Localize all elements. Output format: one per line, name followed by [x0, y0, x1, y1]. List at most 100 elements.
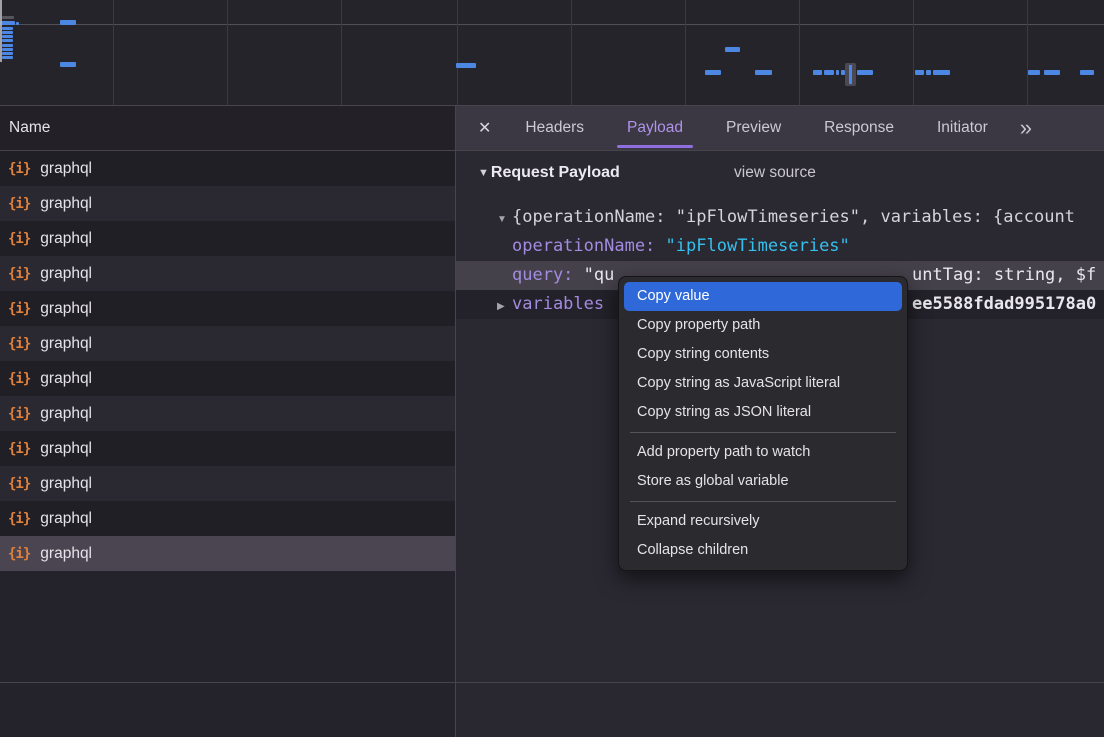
- section-collapse-icon[interactable]: ▼: [478, 167, 489, 179]
- network-activity-bar: [2, 44, 13, 47]
- request-name: graphql: [40, 230, 92, 248]
- request-name: graphql: [40, 475, 92, 493]
- json-root-row[interactable]: ▼{operationName: "ipFlowTimeseries", var…: [455, 203, 1104, 232]
- network-activity-bar: [2, 35, 13, 38]
- network-activity-bar: [725, 47, 740, 52]
- request-row[interactable]: {i} graphql: [0, 151, 455, 186]
- network-activity-bar: [2, 56, 13, 59]
- json-braces-icon: {i}: [8, 441, 30, 457]
- request-name: graphql: [40, 300, 92, 318]
- tab-response[interactable]: Response: [822, 106, 896, 150]
- overview-selection-marker[interactable]: [845, 63, 856, 86]
- json-operation-name-row[interactable]: operationName: "ipFlowTimeseries": [455, 232, 1104, 261]
- network-activity-bar: [1044, 70, 1060, 75]
- network-activity-bar: [2, 27, 13, 30]
- request-name: graphql: [40, 405, 92, 423]
- menu-item-copy-value[interactable]: Copy value: [624, 282, 902, 311]
- property-value-left: "qu: [584, 265, 615, 285]
- json-braces-icon: {i}: [8, 406, 30, 422]
- footer-divider: [0, 682, 1104, 683]
- request-name: graphql: [40, 510, 92, 528]
- network-activity-bar: [813, 70, 822, 75]
- detail-tabs: Headers Payload Preview Response Initiat…: [523, 106, 989, 150]
- json-braces-icon: {i}: [8, 511, 30, 527]
- overview-gridline: [1027, 0, 1028, 105]
- request-row[interactable]: {i} graphql: [0, 431, 455, 466]
- tab-initiator[interactable]: Initiator: [935, 106, 990, 150]
- name-column-header[interactable]: Name: [9, 119, 50, 137]
- request-name: graphql: [40, 335, 92, 353]
- property-value-right: ee5588fdad995178a0: [912, 290, 1096, 319]
- network-activity-bar: [705, 70, 721, 75]
- network-activity-bar: [926, 70, 931, 75]
- overview-gridline: [913, 0, 914, 105]
- panel-divider[interactable]: [455, 106, 456, 737]
- network-activity-bar: [60, 62, 76, 67]
- network-overview[interactable]: [0, 0, 1104, 106]
- request-row[interactable]: {i} graphql: [0, 396, 455, 431]
- request-row[interactable]: {i} graphql: [0, 501, 455, 536]
- overview-gridline: [571, 0, 572, 105]
- close-icon[interactable]: ✕: [478, 118, 491, 138]
- network-activity-bar: [755, 70, 772, 75]
- menu-item-expand-recursively[interactable]: Expand recursively: [624, 507, 902, 536]
- request-row[interactable]: {i}graphql: [0, 256, 455, 291]
- collapsed-triangle-icon[interactable]: ▶: [497, 292, 512, 319]
- menu-item-copy-string-js-literal[interactable]: Copy string as JavaScript literal: [624, 369, 902, 398]
- menu-item-collapse-children[interactable]: Collapse children: [624, 536, 902, 565]
- request-row-selected[interactable]: {i} graphql: [0, 536, 455, 571]
- menu-item-add-property-path-to-watch[interactable]: Add property path to watch: [624, 438, 902, 467]
- overview-gridline: [113, 0, 114, 105]
- network-activity-bar: [915, 70, 924, 75]
- network-activity-bar: [2, 16, 14, 19]
- devtools-network-panel: Name ✕ Headers Payload Preview Response …: [0, 0, 1104, 737]
- request-name: graphql: [40, 370, 92, 388]
- tab-payload[interactable]: Payload: [625, 106, 685, 150]
- view-source-link[interactable]: view source: [734, 164, 816, 182]
- json-braces-icon: {i}: [8, 266, 30, 282]
- menu-item-store-as-global-variable[interactable]: Store as global variable: [624, 467, 902, 496]
- request-row[interactable]: {i}graphql: [0, 326, 455, 361]
- json-braces-icon: {i}: [8, 161, 30, 177]
- network-activity-bar: [456, 63, 476, 68]
- expanded-triangle-icon[interactable]: ▼: [497, 205, 512, 232]
- request-row[interactable]: {i} graphql: [0, 186, 455, 221]
- request-list: {i} graphql {i} graphql {i} graphql {i} grap…: [0, 151, 455, 571]
- overview-gridline: [685, 0, 686, 105]
- network-activity-bar: [2, 31, 13, 34]
- request-row[interactable]: {i}graphql: [0, 221, 455, 256]
- more-tabs-icon[interactable]: »: [1020, 117, 1032, 139]
- property-key: query:: [512, 265, 573, 285]
- request-row[interactable]: {i} graphql: [0, 291, 455, 326]
- property-value-string: "ipFlowTimeseries": [666, 236, 850, 256]
- context-menu: Copy value Copy property path Copy strin…: [618, 276, 908, 571]
- request-name: graphql: [40, 160, 92, 178]
- request-name: graphql: [40, 440, 92, 458]
- tab-headers[interactable]: Headers: [523, 106, 586, 150]
- json-summary-text: {operationName: "ipFlowTimeseries", vari…: [512, 207, 1075, 227]
- request-payload-section-header[interactable]: ▼ Request Payload view source: [478, 164, 620, 182]
- request-name: graphql: [40, 195, 92, 213]
- request-row[interactable]: {i}graphql: [0, 466, 455, 501]
- network-activity-bar: [1080, 70, 1094, 75]
- json-braces-icon: {i}: [8, 371, 30, 387]
- window-edge-highlight: [0, 0, 2, 62]
- json-braces-icon: {i}: [8, 196, 30, 212]
- network-activity-bar: [933, 70, 950, 75]
- network-activity-bar: [2, 39, 13, 42]
- overview-baseline: [0, 24, 1104, 25]
- network-activity-bar: [0, 21, 15, 25]
- request-name: graphql: [40, 545, 92, 563]
- menu-divider: [630, 432, 896, 433]
- menu-item-copy-string-contents[interactable]: Copy string contents: [624, 340, 902, 369]
- request-row[interactable]: {i} graphql: [0, 361, 455, 396]
- network-activity-bar: [1028, 70, 1040, 75]
- json-braces-icon: {i}: [8, 546, 30, 562]
- menu-item-copy-property-path[interactable]: Copy property path: [624, 311, 902, 340]
- tab-preview[interactable]: Preview: [724, 106, 783, 150]
- network-activity-bar: [16, 22, 19, 25]
- menu-item-copy-string-json-literal[interactable]: Copy string as JSON literal: [624, 398, 902, 427]
- detail-tab-bar: ✕ Headers Payload Preview Response Initi…: [455, 106, 1104, 151]
- network-activity-bar: [857, 70, 873, 75]
- json-braces-icon: {i}: [8, 301, 30, 317]
